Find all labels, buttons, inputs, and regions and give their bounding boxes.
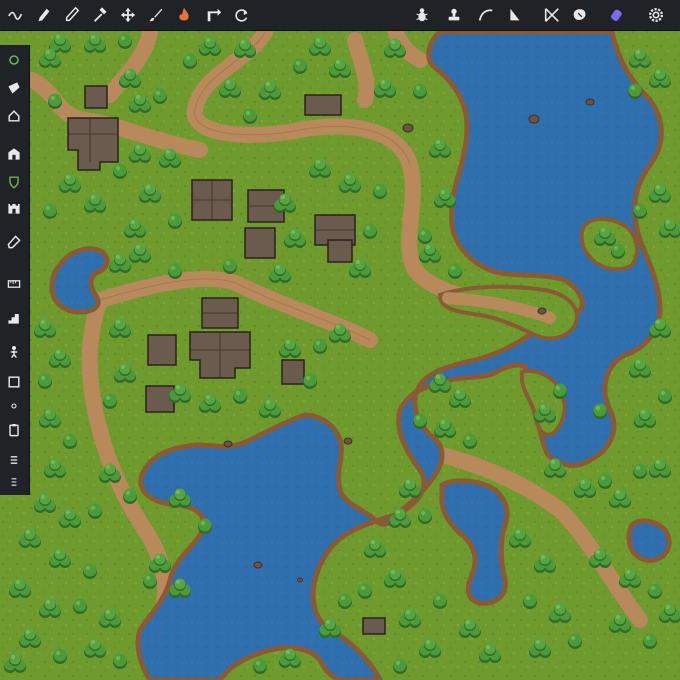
map-canvas[interactable] bbox=[0, 0, 680, 680]
paintbrush-icon[interactable] bbox=[144, 3, 168, 27]
dot-icon[interactable] bbox=[3, 395, 25, 417]
shield-icon[interactable] bbox=[3, 171, 25, 193]
select-arrow-icon[interactable] bbox=[202, 3, 226, 27]
eraser-icon[interactable] bbox=[3, 231, 25, 253]
left-tool-sidebar bbox=[0, 45, 30, 495]
mirror-icon[interactable] bbox=[540, 3, 564, 27]
building-icon[interactable] bbox=[3, 143, 25, 165]
stamp-icon[interactable] bbox=[442, 3, 466, 27]
paint-roller-icon[interactable] bbox=[604, 3, 628, 27]
list-icon[interactable] bbox=[3, 449, 25, 471]
triangle-icon[interactable] bbox=[502, 3, 526, 27]
top-toolbar bbox=[0, 0, 680, 31]
castle-icon[interactable] bbox=[3, 197, 25, 219]
shape-icon[interactable] bbox=[568, 3, 592, 27]
clipboard-icon[interactable] bbox=[3, 419, 25, 441]
frame-icon[interactable] bbox=[3, 371, 25, 393]
move-arrows-icon[interactable] bbox=[116, 3, 140, 27]
more-icon[interactable] bbox=[3, 471, 25, 493]
stairs-icon[interactable] bbox=[3, 307, 25, 329]
house-icon[interactable] bbox=[3, 105, 25, 127]
hammer-icon[interactable] bbox=[88, 3, 112, 27]
pen-icon[interactable] bbox=[32, 3, 56, 27]
curve-icon[interactable] bbox=[474, 3, 498, 27]
rotate-icon[interactable] bbox=[230, 3, 254, 27]
ruler-icon[interactable] bbox=[3, 273, 25, 295]
terrain-brush-icon[interactable] bbox=[3, 77, 25, 99]
bug-icon[interactable] bbox=[410, 3, 434, 27]
wave-brush-icon[interactable] bbox=[4, 3, 28, 27]
pencil-icon[interactable] bbox=[60, 3, 84, 27]
fire-icon[interactable] bbox=[172, 3, 196, 27]
figure-icon[interactable] bbox=[3, 341, 25, 363]
settings-icon[interactable] bbox=[644, 3, 668, 27]
layers-icon[interactable] bbox=[3, 49, 25, 71]
map-editor bbox=[0, 0, 680, 680]
